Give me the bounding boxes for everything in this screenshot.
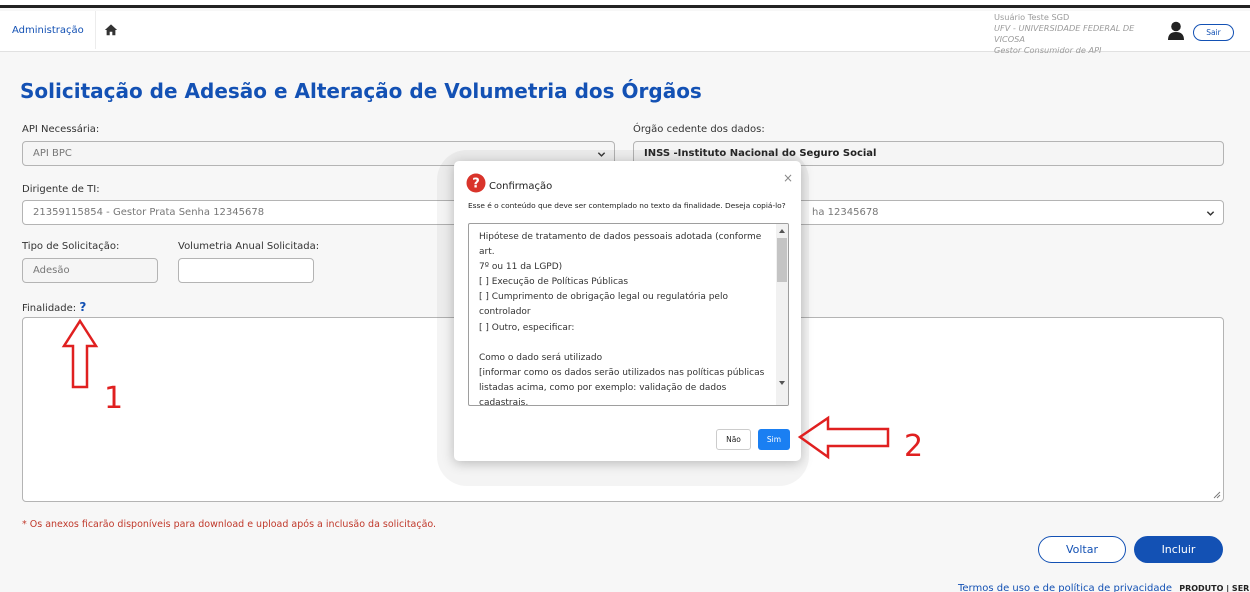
annotation-arrow-up [61,318,99,389]
dialog-content-line: 7º ou 11 da LGPD) [479,262,563,273]
orgao-label: Órgão cedente dos dados: [633,124,765,135]
user-role: Gestor Consumidor de API [994,45,1102,55]
tipo-value: Adesão [33,265,70,276]
top-border [0,0,1250,8]
resize-grip-icon[interactable] [1213,491,1221,499]
finalidade-help-icon[interactable]: ? [79,300,86,314]
dialog-content-line: [ ] Cumprimento de obrigação legal ou re… [479,292,728,303]
dialog-content-line: controlador [479,307,531,318]
annotation-arrow-left [797,415,890,460]
incluir-button[interactable]: Incluir [1134,536,1223,563]
api-select-value: API BPC [33,148,72,159]
logout-button[interactable]: Sair [1193,24,1234,41]
home-icon[interactable] [104,23,118,37]
dialog-question: Esse é o conteúdo que deve ser contempla… [468,201,786,210]
brand-label: PRODUTO | SERPRO [1179,584,1250,592]
right-select-value: ha 12345678 [812,207,879,218]
tipo-field: Adesão [22,258,158,283]
scroll-up-icon[interactable] [779,229,785,233]
attachments-note: * Os anexos ficarão disponíveis para dow… [22,519,437,530]
dialog-content-line: listadas acima, como por exemplo: valida… [479,382,727,406]
dialog-content-textarea[interactable]: Hipótese de tratamento de dados pessoais… [468,223,789,406]
footer: Termos de uso e de política de privacida… [958,583,1250,592]
user-name: Usuário Teste SGD [994,12,1070,22]
nav-tab-label: Administração [12,24,84,36]
scroll-down-icon[interactable] [779,381,785,385]
chevron-down-icon [1206,211,1215,216]
finalidade-label: Finalidade: [22,303,77,314]
logout-label: Sair [1206,28,1221,37]
page-title: Solicitação de Adesão e Alteração de Vol… [20,79,702,103]
dialog-content-line: Como o dado será utilizado [479,352,603,363]
user-org: UFV - UNIVERSIDADE FEDERAL DE VICOSA [994,23,1135,44]
dialog-content-line: [ ] Execução de Políticas Públicas [479,277,629,288]
confirmation-dialog: ? Confirmação × Esse é o conteúdo que de… [454,161,801,461]
finalidade-label-row: Finalidade: ? [22,300,86,314]
annotation-label-2: 2 [904,429,924,464]
dialog-content-line: [ ] Outro, especificar: [479,322,575,333]
svg-text:?: ? [472,177,480,192]
api-label: API Necessária: [22,124,100,135]
tipo-label: Tipo de Solicitação: [22,241,120,252]
dirigente-label: Dirigente de TI: [22,184,100,195]
app-header: Administração Usuário Teste SGD UFV - UN… [0,11,1250,55]
dirigente-select-value: 21359115854 - Gestor Prata Senha 1234567… [33,207,265,218]
dialog-content-line [479,336,777,351]
yes-label: Sim [766,435,782,444]
dialog-content-text: Hipótese de tratamento de dados pessoais… [479,230,777,406]
dialog-content-line: Hipótese de tratamento de dados pessoais… [479,232,762,258]
voltar-label: Voltar [1065,543,1099,556]
annotation-label-1: 1 [104,381,124,416]
no-label: Não [726,435,741,444]
yes-button[interactable]: Sim [758,429,790,450]
user-icon [1168,21,1184,40]
dialog-title: Confirmação [489,181,553,192]
volumetria-input[interactable] [178,258,314,283]
nav-tab-administracao[interactable]: Administração [6,11,96,49]
scrollbar[interactable] [776,224,788,405]
scrollbar-thumb[interactable] [777,238,787,282]
voltar-button[interactable]: Voltar [1038,536,1126,563]
incluir-label: Incluir [1161,543,1196,556]
terms-link[interactable]: Termos de uso e de política de privacida… [958,583,1172,592]
close-icon[interactable]: × [783,171,793,185]
question-icon: ? [466,173,486,193]
dialog-content-line: [informar como os dados serão utilizados… [479,367,765,378]
user-info: Usuário Teste SGD UFV - UNIVERSIDADE FED… [994,12,1150,56]
volumetria-label: Volumetria Anual Solicitada: [178,241,320,252]
no-button[interactable]: Não [716,429,751,450]
